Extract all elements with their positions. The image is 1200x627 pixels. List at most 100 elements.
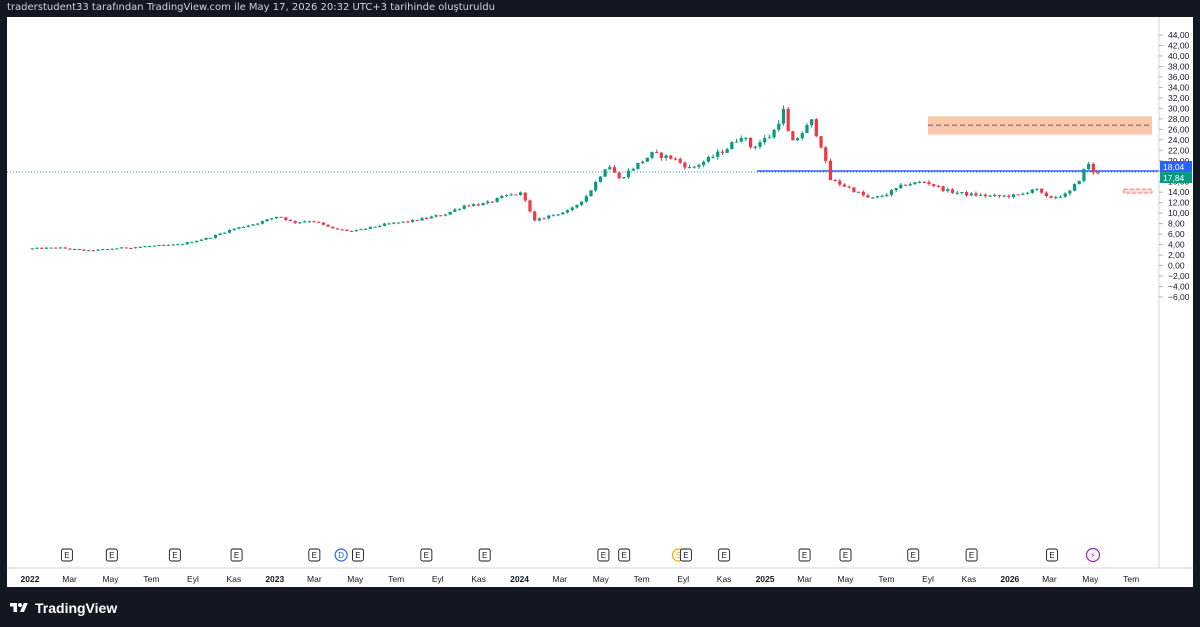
- candle: [251, 224, 255, 226]
- price-tick-label: 2,00: [1168, 250, 1185, 260]
- time-tick-label: Tem: [634, 574, 650, 584]
- candle-body: [331, 226, 335, 229]
- candle-body: [556, 214, 560, 216]
- candle-body: [725, 149, 729, 153]
- candle: [856, 191, 861, 193]
- candle: [767, 134, 771, 139]
- candle: [364, 228, 368, 230]
- event-marker: E: [1046, 548, 1059, 562]
- candle: [617, 171, 621, 180]
- candle: [288, 219, 293, 222]
- candle: [387, 222, 391, 225]
- candle-body: [490, 201, 495, 203]
- candle: [880, 194, 884, 198]
- earnings-letter: E: [234, 551, 239, 560]
- candle: [659, 152, 664, 161]
- candle: [242, 226, 246, 228]
- earnings-letter: E: [355, 551, 360, 560]
- price-tick-label: 34,00: [1168, 82, 1190, 92]
- candle: [730, 141, 734, 150]
- candle: [950, 188, 955, 194]
- candle-body: [326, 224, 330, 227]
- event-marker: D: [334, 548, 348, 562]
- candle: [349, 230, 354, 233]
- candle-body: [678, 159, 682, 163]
- candle-body: [575, 204, 579, 208]
- candle-body: [533, 211, 537, 221]
- candle: [993, 193, 997, 197]
- candle-body: [500, 195, 504, 198]
- tradingview-logo[interactable]: TradingView: [8, 597, 117, 619]
- candle: [706, 155, 710, 163]
- candle: [486, 200, 490, 205]
- candle: [927, 180, 931, 186]
- candle-body: [1007, 195, 1011, 197]
- chart-panel[interactable]: E E E E E D E E E E E S E E E E E E E ⚡ 44,00 42,00 40,00 38,0…: [7, 17, 1193, 587]
- candle: [1077, 180, 1081, 185]
- candle-body: [124, 247, 128, 249]
- candle: [44, 247, 49, 249]
- candle-body: [622, 177, 626, 179]
- candle: [866, 193, 870, 198]
- candle: [537, 217, 541, 222]
- candle-body: [129, 248, 133, 250]
- candle: [260, 220, 264, 225]
- time-tick-label: Tem: [388, 574, 404, 584]
- candle-body: [373, 226, 377, 228]
- candle-body: [171, 244, 175, 246]
- candle: [392, 222, 396, 225]
- candle-body: [411, 219, 415, 222]
- candle-body: [594, 181, 598, 191]
- candle: [960, 192, 964, 195]
- candle-body: [964, 192, 969, 196]
- candle: [101, 248, 105, 251]
- time-tick-label: Eyl: [187, 574, 199, 584]
- candle: [96, 249, 100, 252]
- candle-body: [946, 189, 950, 192]
- price-tick-label: 14,00: [1168, 187, 1190, 197]
- price-chart[interactable]: E E E E E D E E E E E S E E E E E E E ⚡ 44,0042,0040,0038,0…: [7, 17, 1193, 587]
- candle: [800, 131, 804, 141]
- candle-body: [537, 218, 541, 221]
- candle: [246, 224, 250, 228]
- candle-body: [359, 229, 363, 231]
- chart-caption: traderstudent33 tarafından TradingView.c…: [7, 2, 495, 13]
- candle: [1007, 194, 1011, 199]
- candle: [838, 178, 842, 187]
- candle: [274, 216, 279, 220]
- candle: [772, 128, 776, 139]
- time-tick-label: Kas: [471, 574, 486, 584]
- earnings-letter: E: [843, 551, 848, 560]
- candle: [997, 194, 1002, 199]
- candle: [673, 157, 678, 161]
- candle-body: [861, 191, 865, 196]
- price-tick-label: 42,00: [1168, 40, 1190, 50]
- candle-body: [828, 160, 833, 181]
- candle-body: [152, 245, 157, 247]
- candle-body: [77, 249, 81, 251]
- candle: [702, 160, 706, 168]
- candle: [842, 183, 847, 187]
- candle: [500, 194, 504, 199]
- candle: [903, 184, 908, 186]
- candle-body: [852, 187, 856, 193]
- time-tick-label: Mar: [1042, 574, 1057, 584]
- candle: [988, 194, 992, 197]
- candle: [396, 222, 401, 224]
- candle-body: [800, 133, 804, 139]
- candle-body: [603, 169, 607, 177]
- price-tick-label: 4,00: [1168, 240, 1185, 250]
- candle-body: [110, 248, 114, 250]
- candle-body: [387, 223, 391, 225]
- candle: [1058, 195, 1063, 198]
- candle-body: [143, 246, 147, 248]
- candle: [77, 248, 81, 251]
- candle-body: [819, 136, 823, 148]
- candle-body: [842, 184, 847, 187]
- candle-body: [608, 167, 612, 170]
- candle-body: [687, 167, 692, 169]
- candle-body: [983, 194, 987, 197]
- candle-body: [528, 200, 532, 212]
- price-tick-label: 0,00: [1168, 261, 1185, 271]
- candle-body: [1096, 172, 1100, 174]
